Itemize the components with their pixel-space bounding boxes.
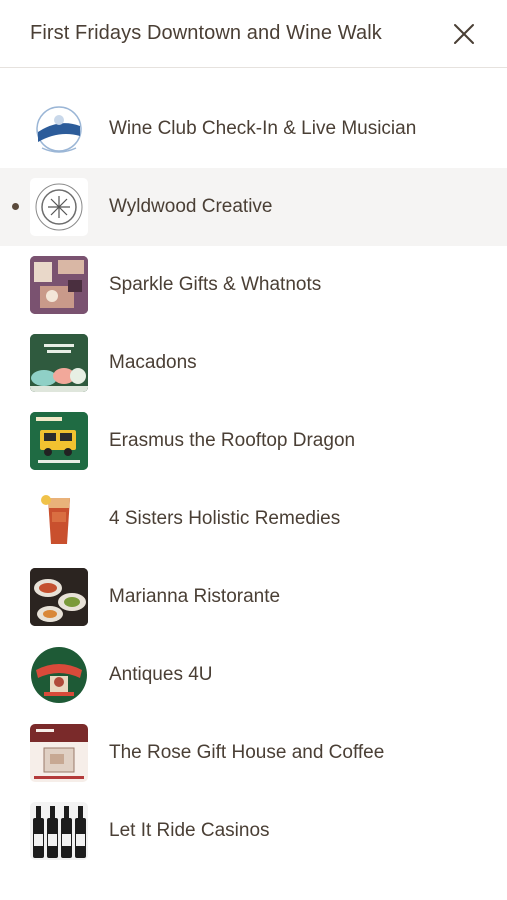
list-item[interactable]: Let It Ride Casinos	[0, 792, 507, 870]
food-truck-thumbnail	[30, 412, 88, 470]
list-item-label: 4 Sisters Holistic Remedies	[109, 508, 341, 529]
list-item-label: Wine Club Check-In & Live Musician	[109, 118, 417, 139]
list-item-label: Sparkle Gifts & Whatnots	[109, 274, 322, 295]
gift-house-thumbnail	[30, 724, 88, 782]
iced-tea-thumbnail	[30, 490, 88, 548]
current-stop-bullet	[12, 203, 19, 210]
list-item-label: The Rose Gift House and Coffee	[109, 742, 385, 763]
list-item[interactable]: Antiques 4U	[0, 636, 507, 714]
wyldwood-logo-thumbnail	[30, 178, 88, 236]
list-item[interactable]: Erasmus the Rooftop Dragon	[0, 402, 507, 480]
list-item-label: Marianna Ristorante	[109, 586, 281, 607]
list-item-label: Erasmus the Rooftop Dragon	[109, 430, 356, 451]
list-item[interactable]: The Rose Gift House and Coffee	[0, 714, 507, 792]
close-icon[interactable]	[452, 22, 476, 46]
gifts-photo-thumbnail	[30, 256, 88, 314]
list-item[interactable]: Wine Club Check-In & Live Musician	[0, 90, 507, 168]
market-logo-thumbnail	[30, 100, 88, 158]
list-item[interactable]: Marianna Ristorante	[0, 558, 507, 636]
restaurant-thumbnail	[30, 568, 88, 626]
list-item-active[interactable]: Wyldwood Creative	[0, 168, 507, 246]
wine-bottles-thumbnail	[30, 802, 88, 860]
list-item[interactable]: 4 Sisters Holistic Remedies	[0, 480, 507, 558]
list-item-label: Macadons	[109, 352, 197, 373]
list-item[interactable]: Macadons	[0, 324, 507, 402]
list-item-label: Antiques 4U	[109, 664, 213, 685]
macadons-thumbnail	[30, 334, 88, 392]
list-item-label: Wyldwood Creative	[109, 196, 273, 217]
list-item-label: Let It Ride Casinos	[109, 820, 270, 841]
modal-header: First Fridays Downtown and Wine Walk	[0, 0, 507, 68]
list-item[interactable]: Sparkle Gifts & Whatnots	[0, 246, 507, 324]
antiques-logo-thumbnail	[30, 646, 88, 704]
page-title: First Fridays Downtown and Wine Walk	[30, 22, 382, 44]
